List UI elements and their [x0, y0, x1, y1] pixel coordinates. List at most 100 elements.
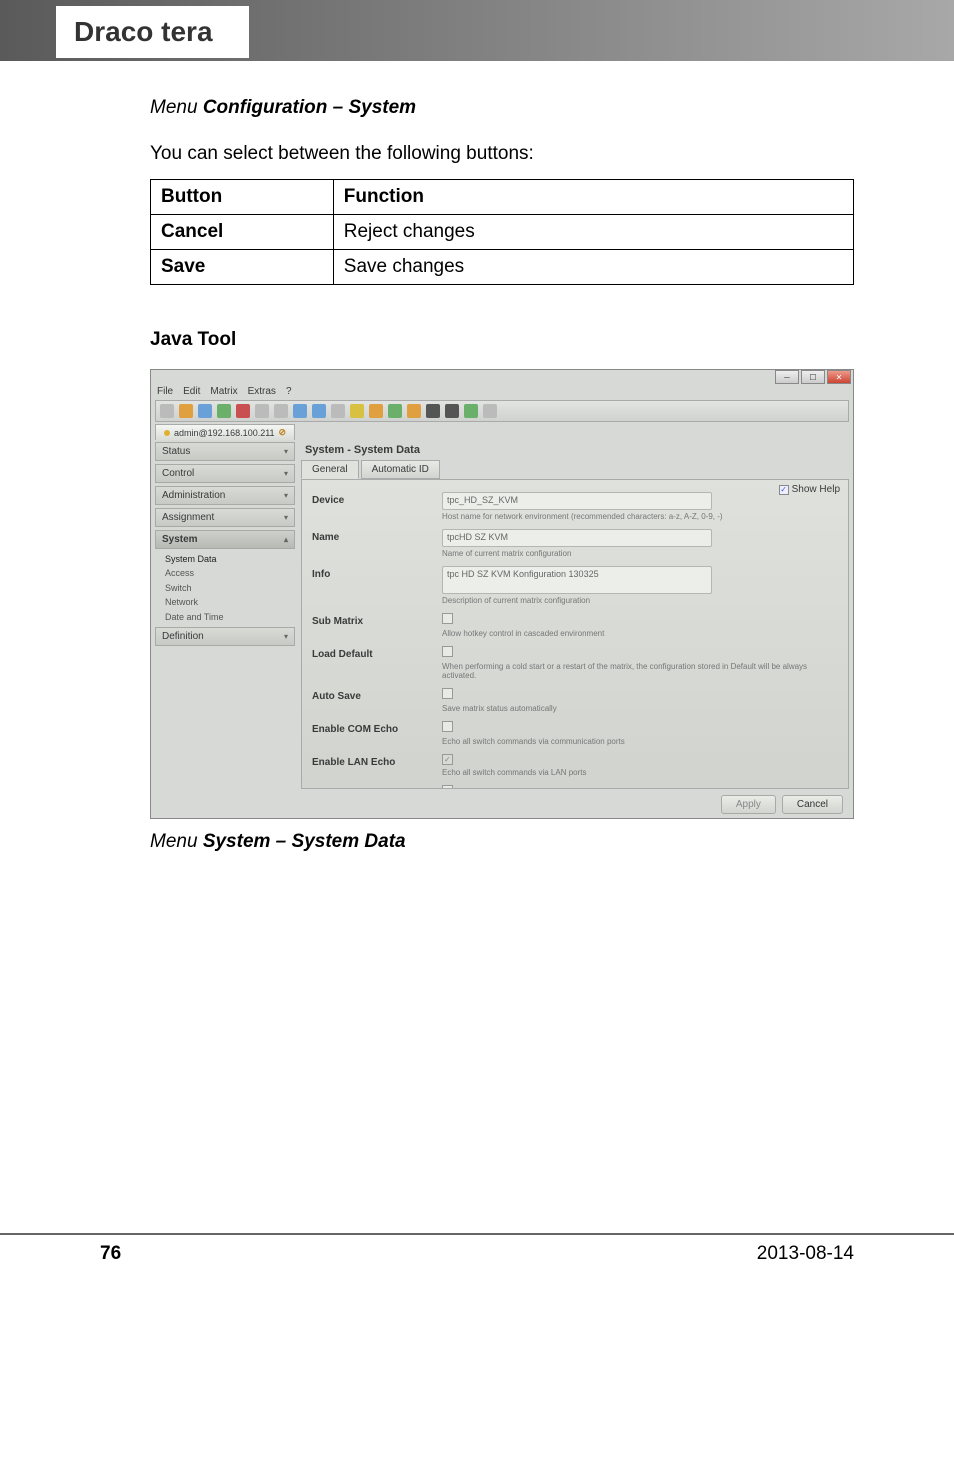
- field-value-wrap: Echo all switch commands via communicati…: [442, 721, 838, 752]
- app-screenshot: ─ ☐ ✕ File Edit Matrix Extras ?: [150, 369, 854, 819]
- checkbox-icon[interactable]: [779, 485, 789, 495]
- field-value-wrap: Allow hotkey control in cascaded environ…: [442, 613, 838, 644]
- field-value-wrap: tpcHD SZ KVMName of current matrix confi…: [442, 529, 838, 564]
- close-tab-icon[interactable]: ⊘: [279, 427, 287, 438]
- field-label: Load Default: [312, 646, 442, 660]
- cell-button: Cancel: [151, 215, 334, 250]
- field-label: Device: [312, 492, 442, 506]
- chevron-down-icon: ▾: [284, 491, 288, 500]
- checkbox[interactable]: [442, 646, 453, 657]
- new-icon[interactable]: [160, 404, 174, 418]
- menu-edit[interactable]: Edit: [183, 386, 200, 397]
- connection-address: admin@192.168.100.211: [174, 428, 275, 438]
- chevron-down-icon: ▾: [284, 447, 288, 456]
- list-icon[interactable]: [483, 404, 497, 418]
- field-value-wrap: tpc HD SZ KVM Konfiguration 130325Descri…: [442, 566, 838, 611]
- field-hint: Echo all switch commands via LAN ports: [442, 768, 838, 777]
- monitor-icon[interactable]: [426, 404, 440, 418]
- panel-title: System - System Data: [301, 442, 849, 460]
- form-row: Auto SaveSave matrix status automaticall…: [312, 688, 838, 719]
- open-icon[interactable]: [179, 404, 193, 418]
- checkbox[interactable]: [442, 785, 453, 789]
- chevron-down-icon: ▾: [284, 469, 288, 478]
- delete-icon[interactable]: [236, 404, 250, 418]
- paste-icon[interactable]: [274, 404, 288, 418]
- download-icon[interactable]: [350, 404, 364, 418]
- menu-help[interactable]: ?: [286, 386, 292, 397]
- save-icon[interactable]: [198, 404, 212, 418]
- text-input[interactable]: tpc_HD_SZ_KVM: [442, 492, 712, 510]
- connect-icon[interactable]: [293, 404, 307, 418]
- chart-icon[interactable]: [388, 404, 402, 418]
- form-row: Sub MatrixAllow hotkey control in cascad…: [312, 613, 838, 644]
- form-row: Enable COM EchoEcho all switch commands …: [312, 721, 838, 752]
- show-help-label: Show Help: [792, 484, 840, 495]
- tab-automatic-id[interactable]: Automatic ID: [361, 460, 440, 479]
- sidebar-sub-switch[interactable]: Switch: [165, 581, 295, 595]
- cell-button: Save: [151, 250, 334, 285]
- tab-bar: General Automatic ID: [301, 460, 849, 479]
- apply-button[interactable]: Apply: [721, 795, 776, 814]
- cell-function: Reject changes: [333, 215, 853, 250]
- section-heading: Menu Configuration – System: [150, 97, 854, 119]
- page-number: 76: [100, 1243, 121, 1265]
- status-dot-icon: [164, 430, 170, 436]
- heading-prefix: Menu: [150, 97, 203, 118]
- sidebar-item-status[interactable]: Status▾: [155, 442, 295, 461]
- checkbox[interactable]: [442, 754, 453, 765]
- check-icon[interactable]: [464, 404, 478, 418]
- checkbox[interactable]: [442, 613, 453, 624]
- connection-tab[interactable]: admin@192.168.100.211 ⊘: [155, 424, 295, 440]
- caption-bold: System – System Data: [203, 831, 406, 852]
- close-button[interactable]: ✕: [827, 370, 851, 384]
- panel-footer: Apply Cancel: [301, 789, 849, 814]
- sidebar-item-assignment[interactable]: Assignment▾: [155, 508, 295, 527]
- field-label: Auto Save: [312, 688, 442, 702]
- java-tool-heading: Java Tool: [150, 329, 854, 351]
- field-hint: Host name for network environment (recom…: [442, 512, 838, 521]
- checkbox[interactable]: [442, 688, 453, 699]
- field-hint: Allow hotkey control in cascaded environ…: [442, 629, 838, 638]
- cancel-button[interactable]: Cancel: [782, 795, 843, 814]
- menu-extras[interactable]: Extras: [248, 386, 276, 397]
- sidebar-sub-access[interactable]: Access: [165, 566, 295, 580]
- sidebar-sub-datetime[interactable]: Date and Time: [165, 610, 295, 624]
- folder-icon[interactable]: [369, 404, 383, 418]
- main-panel: System - System Data General Automatic I…: [301, 442, 849, 814]
- sidebar-item-administration[interactable]: Administration▾: [155, 486, 295, 505]
- form-row: Slave MatrixSynchronize slave matrix wit…: [312, 785, 838, 789]
- heading-bold: Configuration – System: [203, 97, 416, 118]
- minimize-button[interactable]: ─: [775, 370, 799, 384]
- menu-file[interactable]: File: [157, 386, 173, 397]
- page-footer: 76 2013-08-14: [0, 1233, 954, 1285]
- sidebar-item-definition[interactable]: Definition▾: [155, 627, 295, 646]
- form-row: NametpcHD SZ KVMName of current matrix c…: [312, 529, 838, 564]
- reload-icon[interactable]: [217, 404, 231, 418]
- chevron-up-icon: ▴: [284, 535, 288, 544]
- field-label: Sub Matrix: [312, 613, 442, 627]
- text-input[interactable]: tpcHD SZ KVM: [442, 529, 712, 547]
- menu-matrix[interactable]: Matrix: [210, 386, 237, 397]
- warn-icon[interactable]: [407, 404, 421, 418]
- tab-general[interactable]: General: [301, 460, 359, 479]
- sidebar-sub-network[interactable]: Network: [165, 595, 295, 609]
- upload-icon[interactable]: [331, 404, 345, 418]
- maximize-button[interactable]: ☐: [801, 370, 825, 384]
- header-band: Draco tera: [0, 0, 954, 61]
- text-input[interactable]: tpc HD SZ KVM Konfiguration 130325: [442, 566, 712, 594]
- show-help-toggle[interactable]: Show Help: [779, 484, 840, 495]
- form-row: Load DefaultWhen performing a cold start…: [312, 646, 838, 686]
- field-value-wrap: Synchronize slave matrix with master mat…: [442, 785, 838, 789]
- disconnect-icon[interactable]: [312, 404, 326, 418]
- sidebar-sub-system-data[interactable]: System Data: [165, 552, 295, 566]
- table-header-row: Button Function: [151, 180, 854, 215]
- checkbox[interactable]: [442, 721, 453, 732]
- form-row: Infotpc HD SZ KVM Konfiguration 130325De…: [312, 566, 838, 611]
- caption-prefix: Menu: [150, 831, 203, 852]
- form-row: Devicetpc_HD_SZ_KVM Host name for network…: [312, 492, 838, 527]
- menubar: File Edit Matrix Extras ?: [157, 386, 292, 397]
- sidebar-item-system[interactable]: System▴: [155, 530, 295, 549]
- copy-icon[interactable]: [255, 404, 269, 418]
- device-icon[interactable]: [445, 404, 459, 418]
- sidebar-item-control[interactable]: Control▾: [155, 464, 295, 483]
